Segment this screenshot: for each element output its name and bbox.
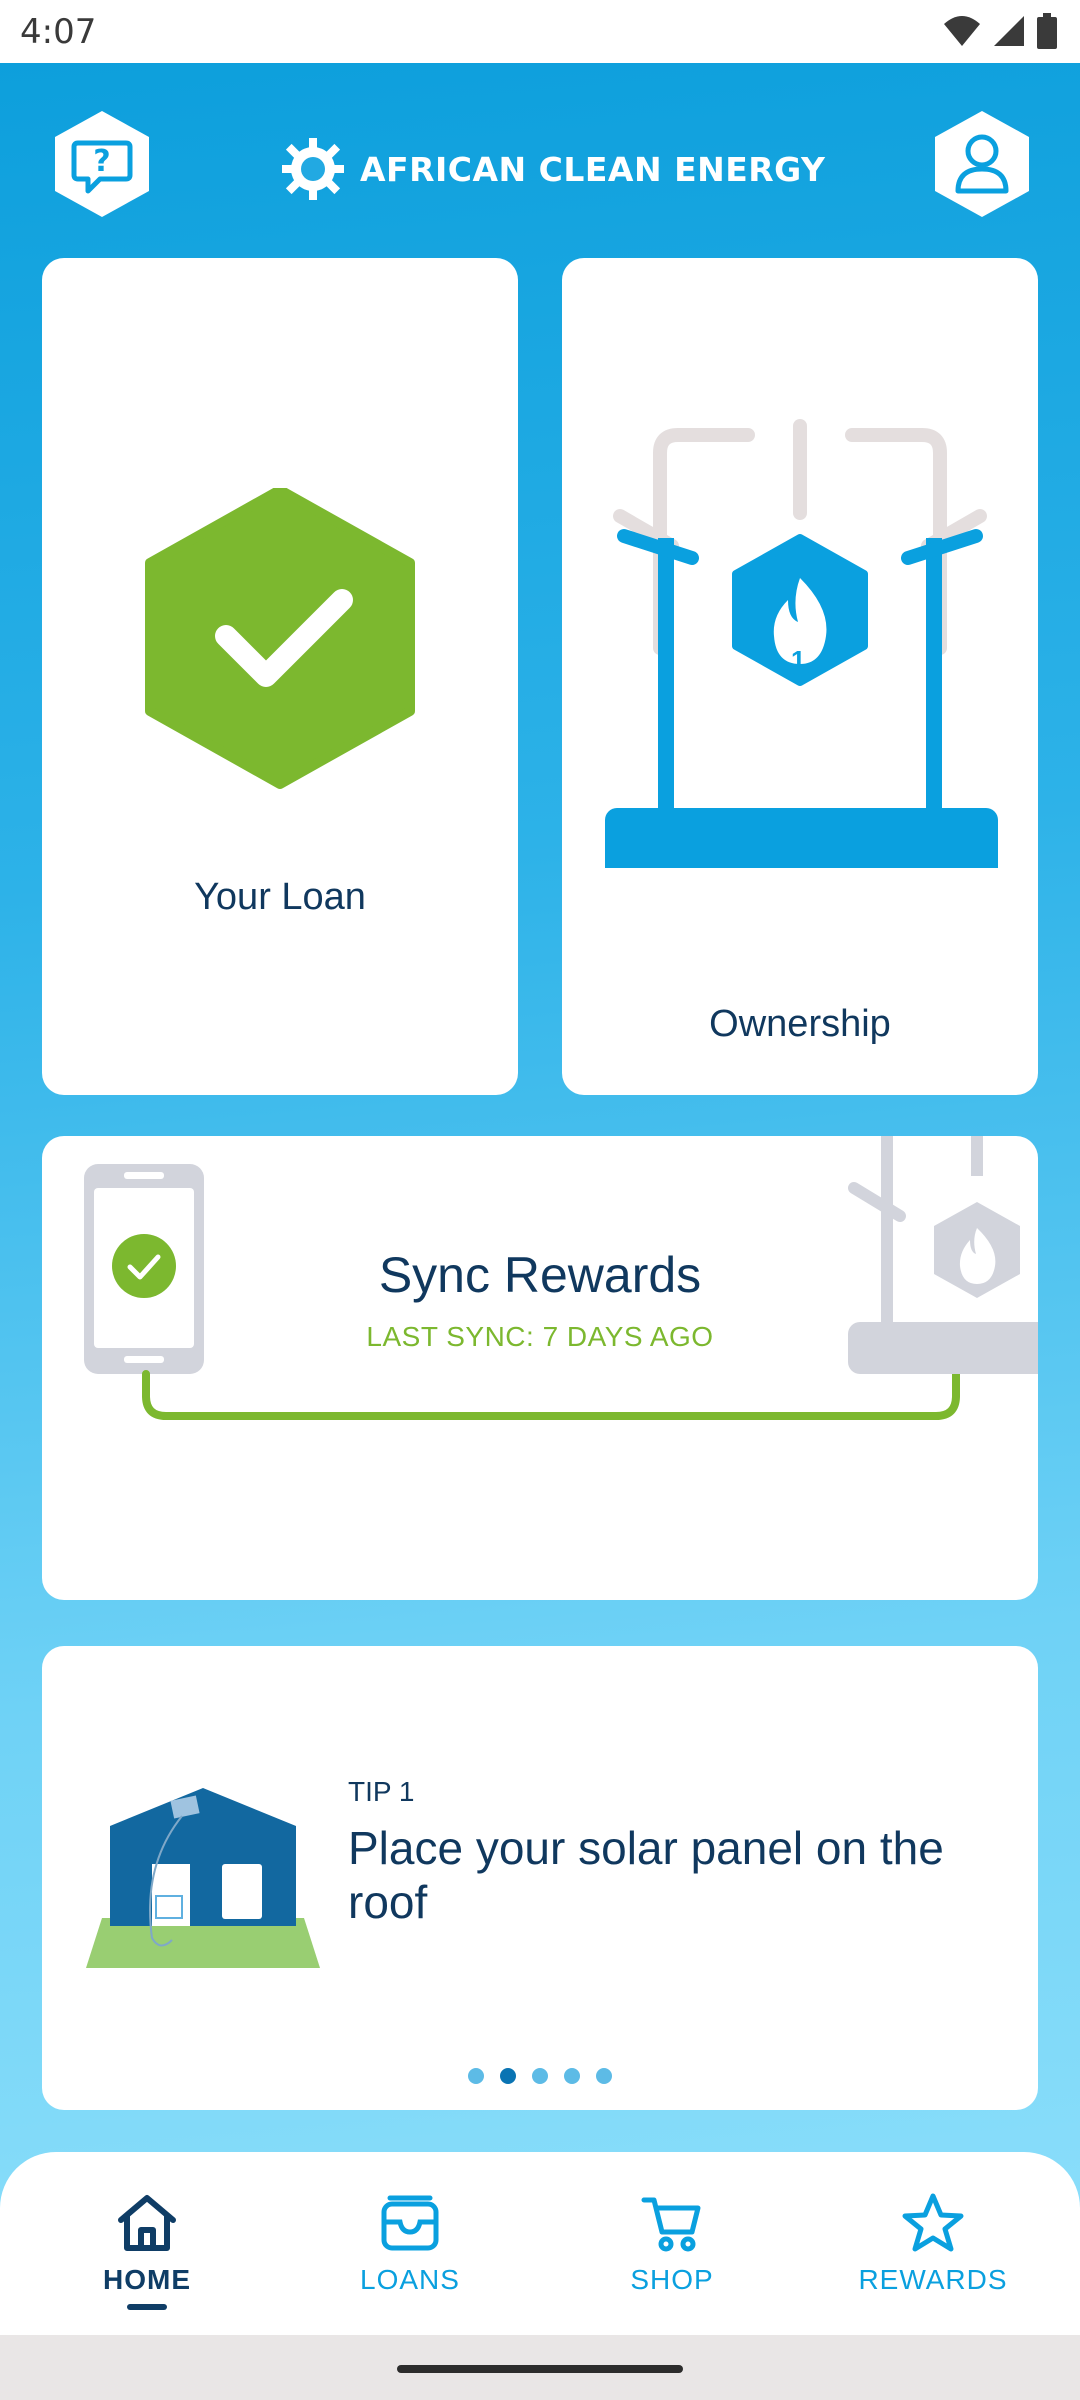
- loan-card[interactable]: Your Loan: [42, 258, 518, 1095]
- tip-text: Place your solar panel on the roof: [348, 1822, 944, 1928]
- sync-title: Sync Rewards: [378, 1247, 702, 1303]
- home-screen: ? AFRICAN CLEAN ENERGY Your Loan 1 Owner…: [0, 63, 1080, 2335]
- status-icons: [942, 12, 1058, 50]
- cart-icon: [641, 2197, 701, 2252]
- tip-number: TIP 1: [348, 1776, 415, 1807]
- nav-home[interactable]: HOME: [32, 2192, 262, 2312]
- nav-loans-label: LOANS: [360, 2264, 460, 2295]
- pagination-dot[interactable]: [564, 2068, 580, 2084]
- wifi-icon: [944, 16, 980, 46]
- system-gesture-area: [0, 2335, 1080, 2400]
- ownership-card-label: Ownership: [709, 1003, 891, 1045]
- ownership-card[interactable]: 1 Ownership: [562, 258, 1038, 1095]
- status-bar: 4:07: [0, 0, 1080, 63]
- help-chat-icon: ?: [55, 111, 149, 217]
- help-button[interactable]: ?: [50, 109, 154, 219]
- tip-card[interactable]: TIP 1 Place your solar panel on the roof: [42, 1646, 1038, 2110]
- nav-shop[interactable]: SHOP: [557, 2192, 787, 2312]
- bottom-navigation: HOME LOANS SHOP REWARDS: [0, 2152, 1080, 2335]
- user-icon: [935, 111, 1029, 217]
- sync-rewards-card[interactable]: Sync Rewards LAST SYNC: 7 DAYS AGO: [42, 1136, 1038, 1600]
- nav-loans[interactable]: LOANS: [295, 2192, 525, 2312]
- pagination-dot[interactable]: [468, 2068, 484, 2084]
- loan-card-label: Your Loan: [194, 876, 366, 918]
- house-solar-panel-illustration: [86, 1788, 320, 1968]
- nav-shop-label: SHOP: [630, 2264, 714, 2295]
- battery-icon: [1037, 13, 1057, 49]
- signal-icon: [994, 16, 1024, 46]
- pagination-dot[interactable]: [596, 2068, 612, 2084]
- profile-button[interactable]: [930, 109, 1034, 219]
- nav-rewards-label: REWARDS: [858, 2264, 1008, 2295]
- wallet-icon: [381, 2195, 439, 2251]
- check-hexagon-icon: [145, 488, 415, 789]
- pagination-dot[interactable]: [532, 2068, 548, 2084]
- brand-logo: AFRICAN CLEAN ENERGY: [280, 135, 825, 203]
- status-time: 4:07: [20, 12, 97, 52]
- brand-name: AFRICAN CLEAN ENERGY: [360, 149, 826, 189]
- nav-rewards[interactable]: REWARDS: [818, 2192, 1048, 2312]
- active-tab-indicator: [127, 2304, 167, 2310]
- svg-text:?: ?: [93, 144, 110, 179]
- stove-number: 1: [791, 645, 806, 675]
- cookstove-illustration: [605, 419, 998, 868]
- pagination-dot-active[interactable]: [500, 2068, 516, 2084]
- gear-logo-icon: [282, 138, 344, 200]
- nav-home-label: HOME: [103, 2264, 191, 2295]
- home-icon: [118, 2195, 176, 2251]
- star-icon: [902, 2193, 964, 2252]
- last-sync-status: LAST SYNC: 7 DAYS AGO: [366, 1321, 714, 1352]
- tip-pagination[interactable]: [42, 2068, 1038, 2084]
- home-gesture-bar[interactable]: [397, 2365, 683, 2373]
